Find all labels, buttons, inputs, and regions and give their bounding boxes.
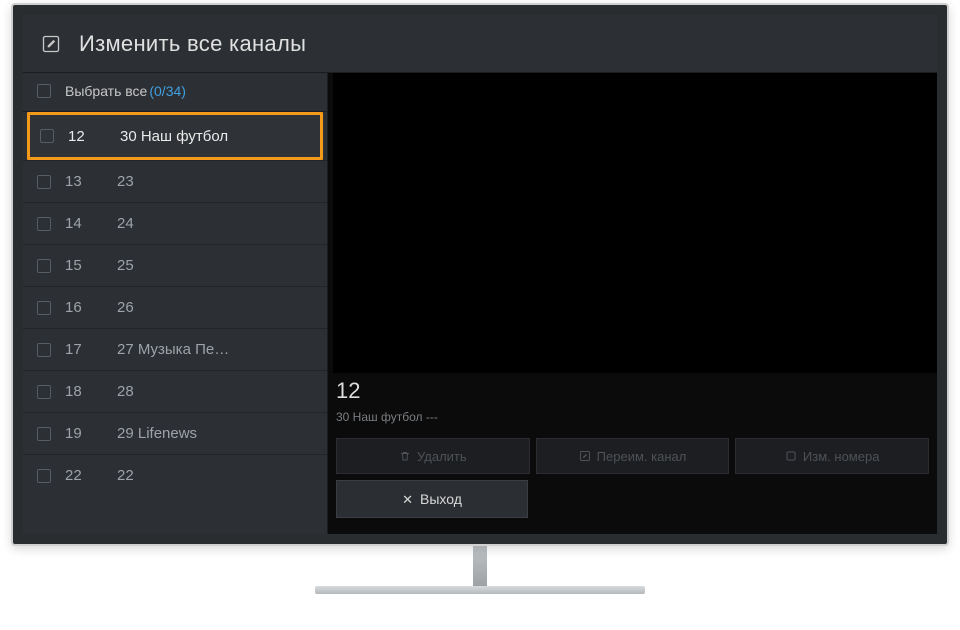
info-panel: 12 30 Наш футбол --- Удалить <box>336 378 929 518</box>
action-row: Удалить Переим. канал Изм. <box>336 438 929 474</box>
delete-button[interactable]: Удалить <box>336 438 530 474</box>
edit-icon <box>41 34 61 54</box>
channel-row[interactable]: 1828 <box>23 370 327 412</box>
channel-checkbox[interactable] <box>40 129 54 143</box>
channel-sidebar: Выбрать все (0/34) 1230 Наш футбол132314… <box>23 73 328 534</box>
header: Изменить все каналы <box>23 15 937 73</box>
channel-row[interactable]: 1626 <box>23 286 327 328</box>
channel-row[interactable]: 1424 <box>23 202 327 244</box>
channel-row[interactable]: 1727 Музыка Пе… <box>23 328 327 370</box>
select-all-row[interactable]: Выбрать все (0/34) <box>23 73 327 112</box>
exit-row: ✕ Выход <box>336 480 929 518</box>
channel-checkbox[interactable] <box>37 217 51 231</box>
channel-row[interactable]: 2222 <box>23 454 327 496</box>
select-all-count: (0/34) <box>149 83 186 99</box>
channel-number: 16 <box>65 299 117 316</box>
channel-name: 26 <box>117 299 317 316</box>
content-area: 12 30 Наш футбол --- Удалить <box>328 73 937 534</box>
channel-number: 12 <box>68 128 120 145</box>
channel-checkbox[interactable] <box>37 385 51 399</box>
channel-checkbox[interactable] <box>37 427 51 441</box>
channel-number: 14 <box>65 215 117 232</box>
channel-checkbox[interactable] <box>37 259 51 273</box>
page-title: Изменить все каналы <box>79 31 306 57</box>
tv-frame: Изменить все каналы Выбрать все (0/34) 1… <box>11 3 949 546</box>
delete-label: Удалить <box>417 449 467 464</box>
tv-stand-base <box>315 586 645 594</box>
channel-list[interactable]: 1230 Наш футбол13231424152516261727 Музы… <box>23 112 327 534</box>
exit-label: Выход <box>420 491 462 507</box>
channel-row[interactable]: 1929 Lifenews <box>23 412 327 454</box>
channel-row[interactable]: 1323 <box>23 160 327 202</box>
channel-name: 28 <box>117 383 317 400</box>
preview-area <box>333 73 937 373</box>
screen: Изменить все каналы Выбрать все (0/34) 1… <box>23 15 937 534</box>
channel-name: 25 <box>117 257 317 274</box>
rename-button[interactable]: Переим. канал <box>536 438 730 474</box>
renumber-label: Изм. номера <box>803 449 880 464</box>
selected-channel-name: 30 Наш футбол --- <box>336 410 929 424</box>
exit-button[interactable]: ✕ Выход <box>336 480 528 518</box>
channel-checkbox[interactable] <box>37 469 51 483</box>
select-all-checkbox[interactable] <box>37 84 51 98</box>
channel-name: 30 Наш футбол <box>120 128 310 145</box>
channel-number: 19 <box>65 425 117 442</box>
channel-checkbox[interactable] <box>37 343 51 357</box>
channel-checkbox[interactable] <box>37 301 51 315</box>
body: Выбрать все (0/34) 1230 Наш футбол132314… <box>23 73 937 534</box>
rename-label: Переим. канал <box>597 449 687 464</box>
channel-name: 29 Lifenews <box>117 425 317 442</box>
close-icon: ✕ <box>402 493 413 506</box>
channel-number: 17 <box>65 341 117 358</box>
channel-number: 22 <box>65 467 117 484</box>
channel-number: 18 <box>65 383 117 400</box>
renumber-button[interactable]: Изм. номера <box>735 438 929 474</box>
channel-name: 24 <box>117 215 317 232</box>
channel-checkbox[interactable] <box>37 175 51 189</box>
select-all-label: Выбрать все <box>65 83 147 99</box>
channel-number: 15 <box>65 257 117 274</box>
channel-name: 22 <box>117 467 317 484</box>
tv-stand-neck <box>473 546 487 586</box>
channel-number: 13 <box>65 173 117 190</box>
selected-channel-number: 12 <box>336 378 929 404</box>
edit-small-icon <box>579 450 591 462</box>
channel-name: 23 <box>117 173 317 190</box>
number-icon <box>785 450 797 462</box>
channel-row[interactable]: 1230 Наш футбол <box>27 112 323 160</box>
channel-row[interactable]: 1525 <box>23 244 327 286</box>
trash-icon <box>399 450 411 462</box>
channel-name: 27 Музыка Пе… <box>117 341 317 358</box>
